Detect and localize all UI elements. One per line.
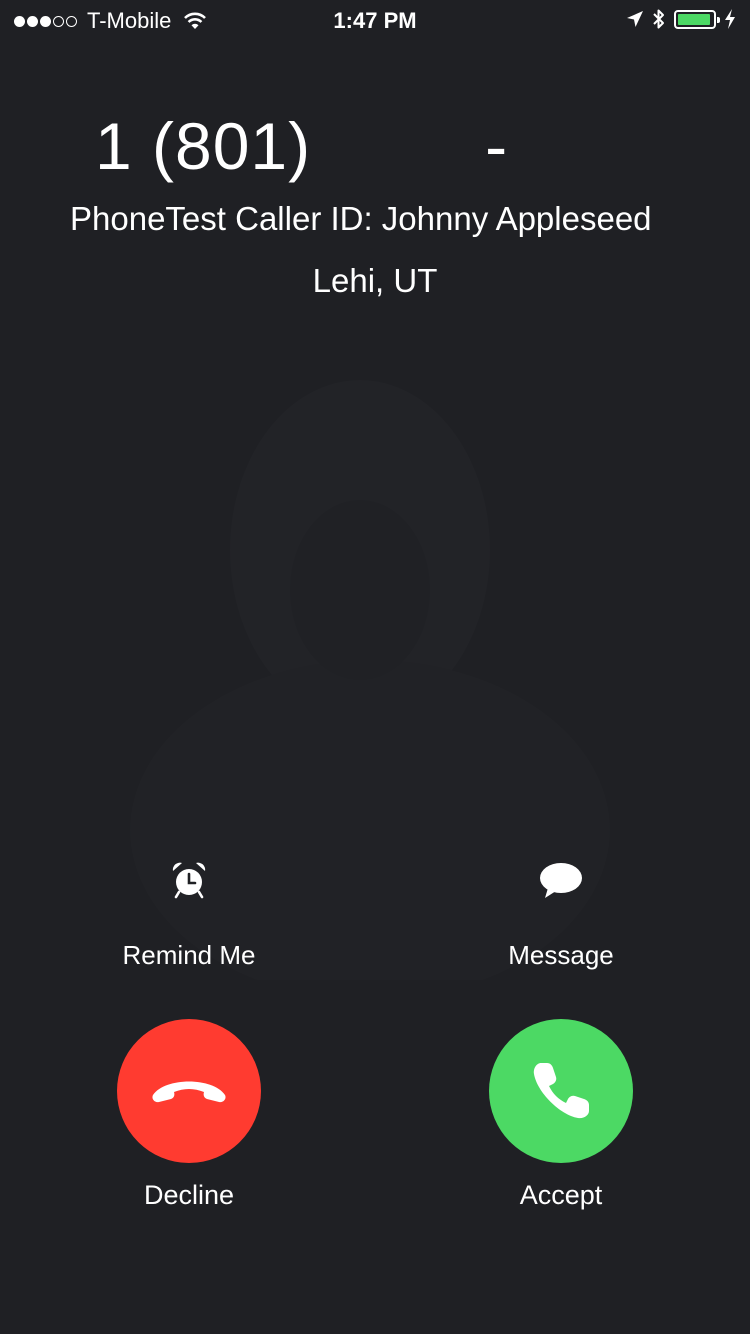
accept-button[interactable] [489, 1019, 633, 1163]
speech-bubble-icon [540, 863, 582, 898]
decline-label: Decline [143, 1180, 235, 1210]
decline-button[interactable] [117, 1019, 261, 1163]
phone-icon [533, 1063, 589, 1119]
remind-me-label: Remind Me [122, 940, 256, 970]
message-button[interactable]: Message [441, 860, 681, 971]
status-bar: T-Mobile 1:47 PM [0, 0, 750, 40]
accept-label: Accept [519, 1180, 603, 1210]
caller-id-text: PhoneTest Caller ID: Johnny Appleseed [70, 200, 652, 237]
caller-location: Lehi, UT [312, 262, 438, 299]
caller-number: 1 (801) - [95, 109, 509, 183]
remind-me-button[interactable]: Remind Me [69, 860, 309, 971]
charging-bolt-icon [725, 9, 735, 29]
message-label: Message [508, 940, 614, 970]
alarm-clock-icon [172, 862, 206, 899]
location-arrow-icon [627, 11, 643, 27]
bluetooth-icon [653, 9, 664, 29]
hang-up-phone-icon [152, 1081, 226, 1103]
battery-icon [674, 9, 720, 29]
